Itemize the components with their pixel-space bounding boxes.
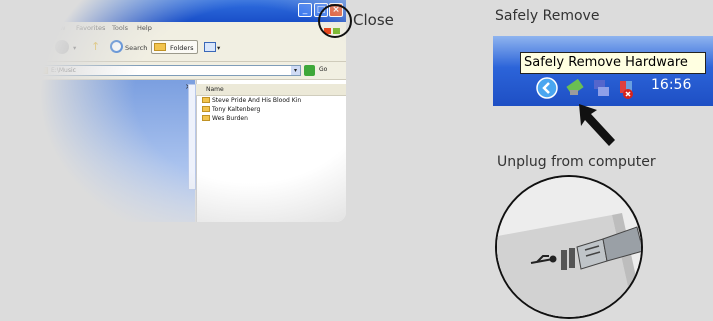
menu-view[interactable]: View [50,24,65,32]
search-button[interactable]: Search [125,44,147,52]
drive-icon [39,67,48,74]
minimize-button[interactable]: _ [298,3,312,17]
folder-icon [6,5,20,16]
column-name[interactable]: Name [206,86,224,93]
address-input[interactable]: E:\Music ▾ [36,65,301,76]
back-arrow-icon[interactable] [8,40,22,54]
usb-port [561,250,567,270]
up-folder-icon[interactable]: ↑ [91,40,100,53]
menu-bar: File Edit View Favorites Tools Help [0,22,346,35]
task-pane [0,80,195,222]
address-value: E:\Music [51,67,76,74]
views-icon[interactable] [204,42,216,52]
tray-clock: 16:56 [651,77,692,93]
chevron-left-icon [536,77,558,99]
list-item[interactable]: Tony Kaltenberg [202,106,260,113]
security-alert-icon [620,81,633,99]
task-pane-scrollbar[interactable] [188,84,196,190]
window-title: Music [24,4,54,14]
folder-icon [202,97,210,103]
go-arrow-icon[interactable] [304,65,315,76]
menu-file[interactable]: File [8,24,19,32]
folders-icon [154,43,166,51]
search-icon[interactable] [110,40,123,53]
usb-zoom-circle [495,175,643,319]
list-item[interactable]: Wes Burden [202,115,248,122]
unplug-heading: Unplug from computer [497,154,656,170]
pointer-arrow-icon [579,104,615,146]
list-item[interactable]: Steve Pride And His Blood Kin [202,97,301,104]
safely-remove-heading: Safely Remove [495,8,600,24]
forward-arrow-icon[interactable] [55,40,69,54]
chevron-down-icon[interactable]: ▾ [45,44,48,52]
usb-unplug-illustration [497,177,641,317]
menu-help[interactable]: Help [137,24,152,32]
folder-icon [202,106,210,112]
toolbar: Back ▾ ▾ ↑ Search Folders ▾ [0,35,346,62]
explorer-window: Music _ □ × File Edit View Favorites Too… [0,0,346,222]
menu-favorites[interactable]: Favorites [76,24,105,32]
chevron-down-icon[interactable]: ▾ [291,66,300,75]
folders-label: Folders [170,44,194,52]
network-icon [594,80,609,96]
safely-remove-hardware-icon [566,78,584,96]
chevron-down-icon[interactable]: ▾ [217,44,220,52]
highlight-circle [318,4,352,38]
go-button[interactable]: Go [319,66,327,73]
chevron-down-icon[interactable]: ▾ [73,44,76,52]
close-label: Close [353,11,394,29]
folder-icon [202,115,210,121]
menu-tools[interactable]: Tools [112,24,128,32]
back-button[interactable]: Back [25,44,41,52]
safely-remove-tooltip: Safely Remove Hardware [520,52,706,74]
menu-edit[interactable]: Edit [26,24,39,32]
